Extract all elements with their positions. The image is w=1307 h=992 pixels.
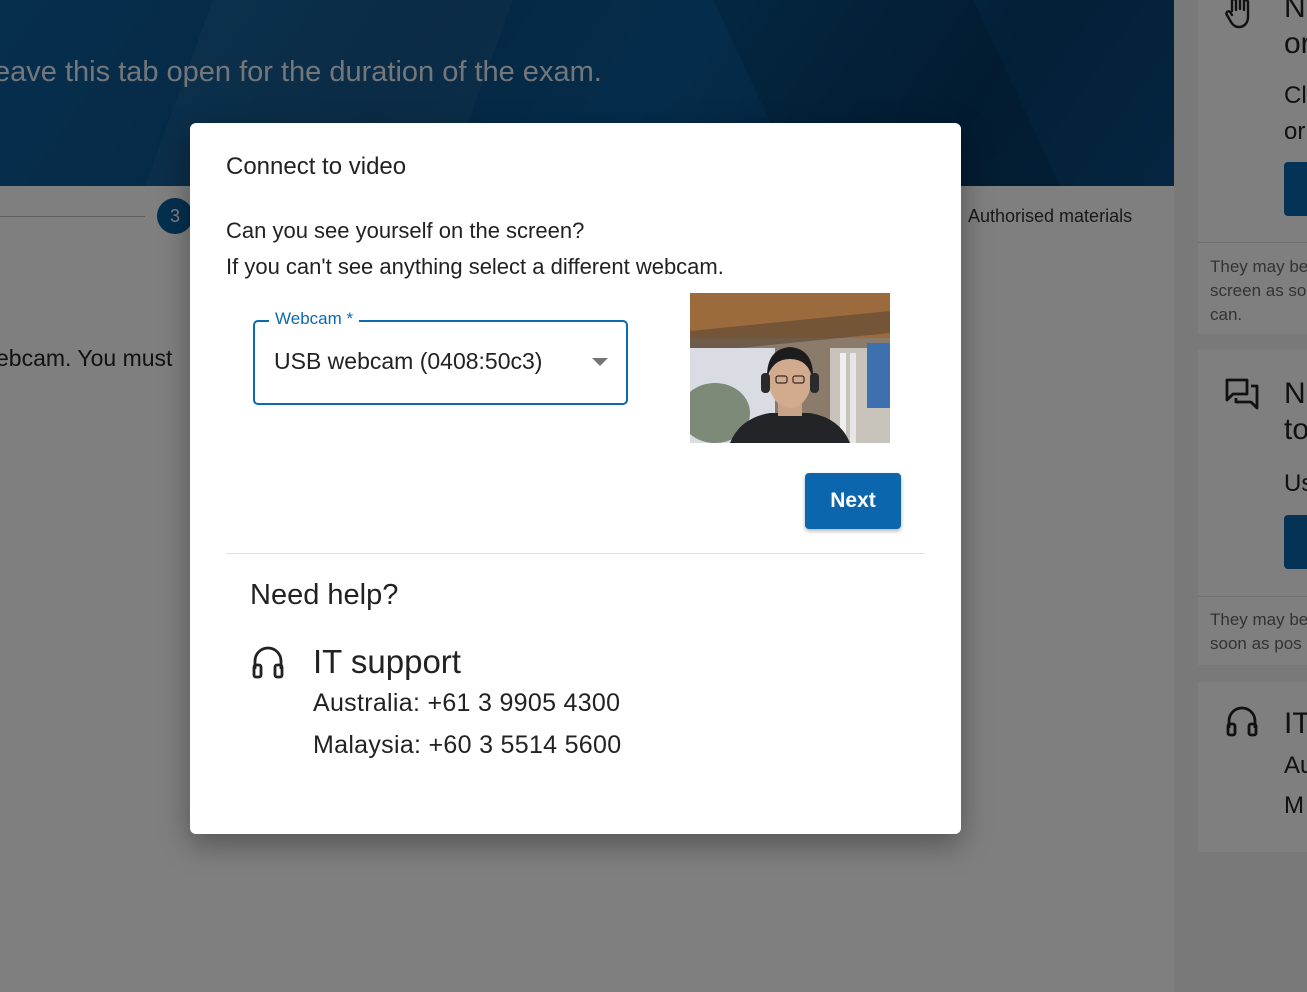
help-heading: Need help? — [250, 579, 399, 611]
next-button[interactable]: Next — [805, 473, 901, 529]
webcam-preview — [690, 293, 890, 443]
webcam-select-value[interactable]: USB webcam (0408:50c3) — [274, 348, 542, 375]
headset-icon — [252, 646, 284, 679]
phone-malaysia: Malaysia: +60 3 5514 5600 — [313, 731, 622, 759]
dialog-prompt-line1: Can you see yourself on the screen? — [226, 218, 585, 243]
dialog-title: Connect to video — [226, 153, 407, 180]
dialog-prompt-line2: If you can't see anything select a diffe… — [226, 254, 724, 279]
webcam-select[interactable]: Webcam * USB webcam (0408:50c3) — [253, 309, 628, 405]
webcam-select-label: Webcam * — [269, 309, 360, 329]
connect-video-dialog: Connect to video Can you see yourself on… — [190, 123, 961, 834]
chevron-down-icon[interactable] — [592, 358, 608, 366]
dialog-divider — [226, 553, 925, 554]
phone-australia: Australia: +61 3 9905 4300 — [313, 689, 621, 717]
it-support-title: IT support — [313, 643, 461, 680]
